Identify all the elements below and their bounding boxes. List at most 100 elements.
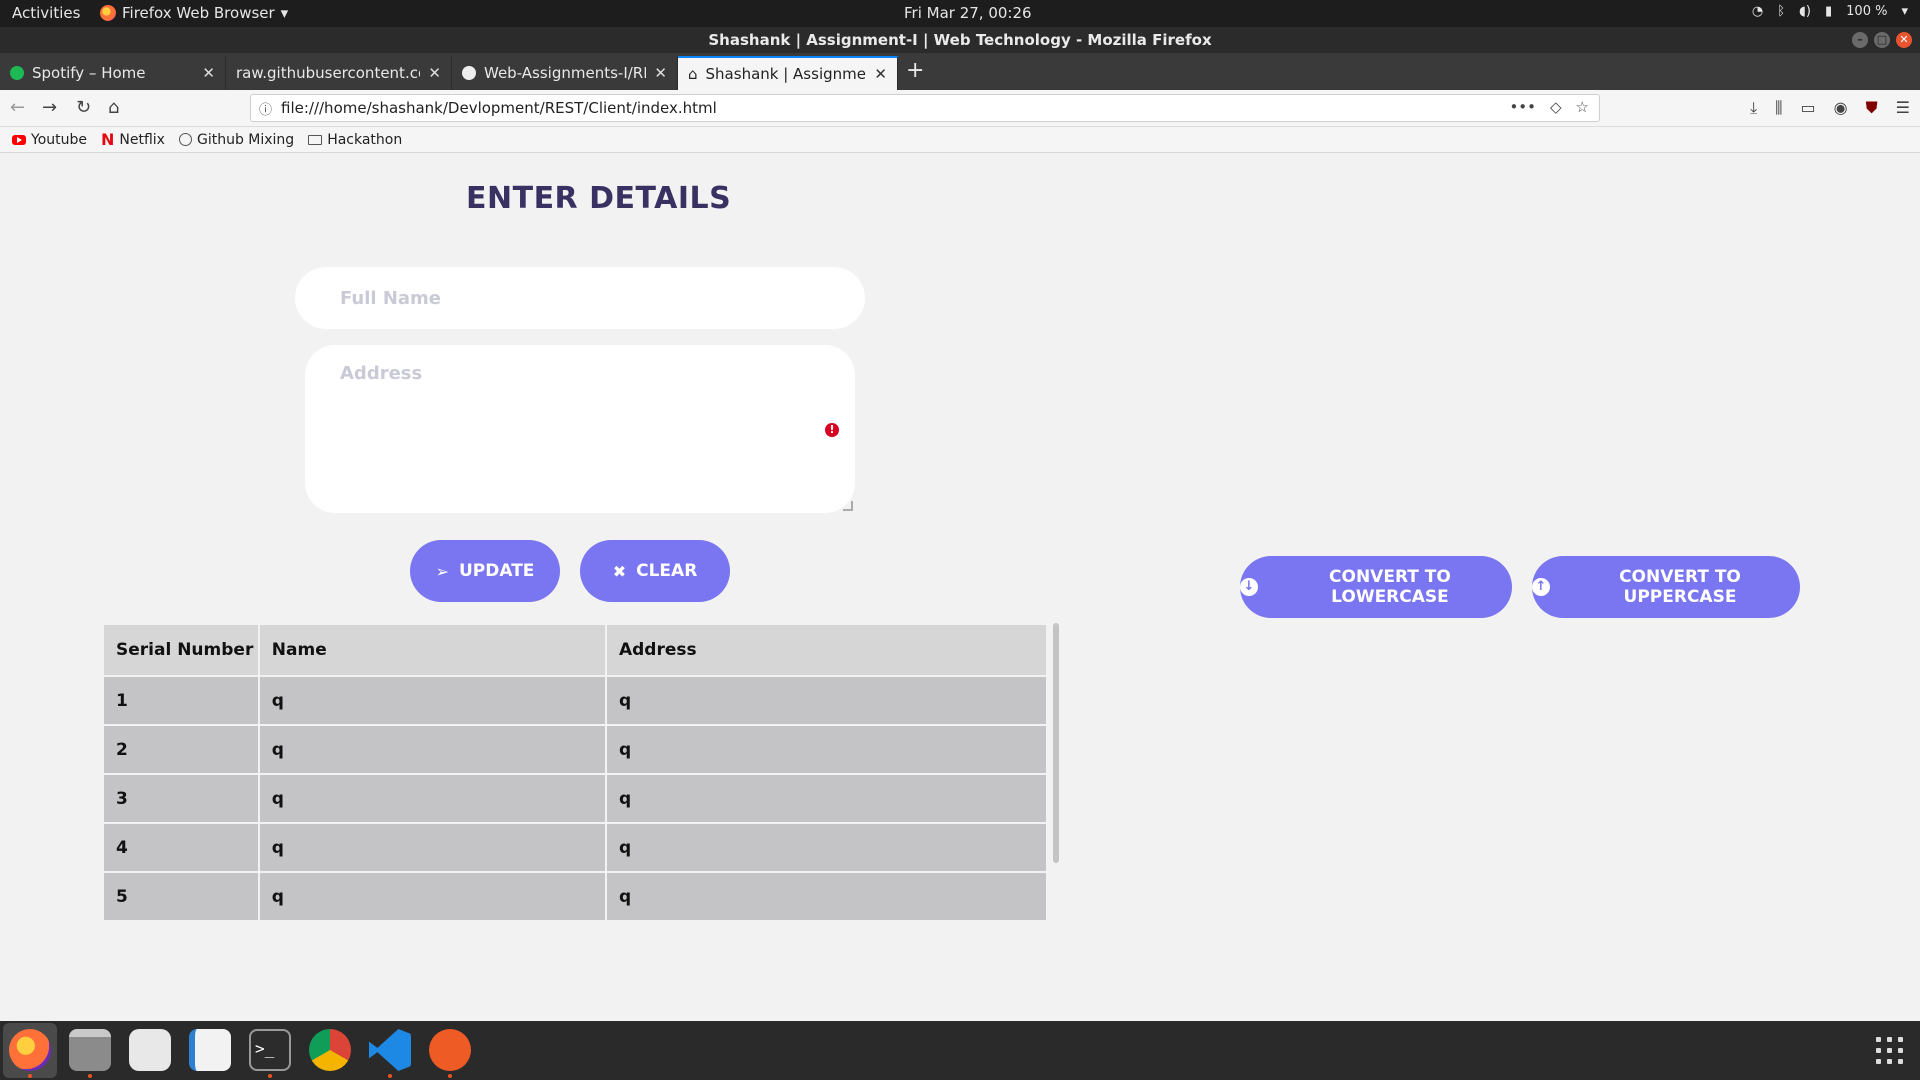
clear-label: CLEAR: [636, 561, 698, 581]
bookmarks-toolbar: Youtube N Netflix Github Mixing Hackatho…: [0, 127, 1920, 153]
serial-cell: 4: [102, 822, 260, 873]
close-icon: ✖: [612, 561, 627, 581]
clock[interactable]: Fri Mar 27, 00:26: [904, 4, 1032, 22]
navigation-bar: ← → ↻ ⌂ ⓘ ••• ◇ ☆ ⤓ ⫼ ▭ ◉ ⛊ ☰: [0, 90, 1920, 127]
bookmark-star-icon[interactable]: ☆: [1576, 98, 1589, 116]
table-row[interactable]: 2 q q: [102, 724, 1048, 775]
close-window-button[interactable]: ✕: [1896, 32, 1912, 48]
show-applications-icon[interactable]: [1876, 1037, 1904, 1065]
tab-label: raw.githubusercontent.com: [236, 64, 420, 82]
maximize-button[interactable]: □: [1874, 32, 1890, 48]
minimize-button[interactable]: –: [1852, 32, 1868, 48]
tab-assignment[interactable]: ⌂ Shashank | Assignment-I ✕: [678, 56, 898, 90]
url-bar[interactable]: ⓘ ••• ◇ ☆: [250, 94, 1600, 122]
tab-label: Spotify – Home: [32, 64, 146, 82]
system-top-bar: Activities Firefox Web Browser ▾ Fri Mar…: [0, 0, 1920, 27]
writer-icon[interactable]: [189, 1029, 231, 1071]
name-cell: q: [257, 773, 607, 824]
sidebar-icon[interactable]: ▭: [1801, 98, 1816, 118]
name-cell: q: [257, 871, 607, 922]
convert-lowercase-button[interactable]: ↓ CONVERT TO LOWERCASE: [1240, 556, 1512, 618]
table-row[interactable]: 5 q q: [102, 871, 1048, 922]
resize-handle[interactable]: [843, 501, 853, 511]
lowercase-label: CONVERT TO LOWERCASE: [1329, 567, 1451, 607]
update-button[interactable]: ➢ UPDATE: [410, 540, 560, 602]
name-cell: q: [257, 675, 607, 726]
close-tab-icon[interactable]: ✕: [654, 64, 667, 82]
bookmark-netflix[interactable]: N Netflix: [101, 130, 165, 149]
table-row[interactable]: 4 q q: [102, 822, 1048, 873]
spotify-icon: [10, 66, 24, 80]
battery-label: 100 %: [1846, 4, 1888, 19]
info-icon[interactable]: ⓘ: [259, 99, 272, 118]
github-icon: [462, 66, 476, 80]
page-content: ENTER DETAILS ! ➢ UPDATE ✖ CLEAR ↓ CONVE…: [0, 153, 1920, 1021]
battery-icon: ▮: [1825, 4, 1833, 19]
back-icon[interactable]: ←: [10, 97, 25, 118]
tab-spotify[interactable]: Spotify – Home ✕: [0, 56, 226, 90]
page-actions-icon[interactable]: •••: [1509, 98, 1536, 116]
app-menu[interactable]: Firefox Web Browser ▾: [100, 4, 288, 22]
convert-uppercase-button[interactable]: ↑ CONVERT TO UPPERCASE: [1532, 556, 1800, 618]
dock: >_: [0, 1021, 1920, 1080]
firefox-icon[interactable]: [9, 1029, 51, 1071]
forward-icon[interactable]: →: [42, 97, 57, 118]
volume-icon: ◖): [1799, 4, 1811, 19]
close-tab-icon[interactable]: ✕: [202, 64, 215, 82]
arrow-down-circle-icon: ↓: [1240, 578, 1258, 596]
netflix-icon: N: [101, 130, 115, 149]
records-table: Serial Number Name Address 1 q q 2 q q 3: [102, 623, 1048, 922]
new-tab-button[interactable]: +: [906, 58, 924, 83]
bookmark-label: Github Mixing: [196, 131, 295, 148]
name-cell: q: [257, 822, 607, 873]
bookmark-label: Hackathon: [327, 131, 403, 148]
youtube-icon: [12, 134, 26, 145]
bookmark-label: Netflix: [119, 131, 165, 148]
table-header-row: Serial Number Name Address: [102, 623, 1048, 677]
activities-button[interactable]: Activities: [12, 4, 80, 22]
serial-cell: 1: [102, 675, 260, 726]
caret-down-icon: ▾: [280, 4, 289, 22]
serial-cell: 3: [102, 773, 260, 824]
window-title-bar: Shashank | Assignment-I | Web Technology…: [0, 27, 1920, 53]
error-icon: !: [825, 423, 839, 437]
pocket-icon[interactable]: ◇: [1550, 98, 1562, 116]
serial-cell: 5: [102, 871, 260, 922]
menu-icon[interactable]: ☰: [1896, 98, 1910, 118]
update-label: UPDATE: [458, 561, 535, 581]
bookmark-hackathon[interactable]: Hackathon: [308, 132, 402, 148]
app-menu-label: Firefox Web Browser: [122, 4, 275, 22]
clear-button[interactable]: ✖ CLEAR: [580, 540, 730, 602]
chrome-icon[interactable]: [309, 1029, 351, 1071]
tab-label: Web-Assignments-I/REA: [484, 64, 647, 82]
home-icon[interactable]: ⌂: [108, 97, 119, 118]
address-cell: q: [604, 724, 1048, 775]
bookmark-youtube[interactable]: Youtube: [12, 132, 87, 148]
close-tab-icon[interactable]: ✕: [428, 64, 441, 82]
close-tab-icon[interactable]: ✕: [874, 65, 887, 83]
full-name-input[interactable]: [295, 267, 865, 329]
account-icon[interactable]: ◉: [1834, 98, 1848, 118]
bookmark-github-mixing[interactable]: Github Mixing: [178, 131, 295, 148]
wifi-icon: ◔: [1751, 4, 1764, 19]
address-field[interactable]: !: [305, 345, 855, 513]
home-icon: ⌂: [688, 65, 698, 83]
tab-raw-github[interactable]: raw.githubusercontent.com ✕: [226, 56, 452, 90]
vscode-icon[interactable]: [369, 1029, 411, 1071]
table-row[interactable]: 1 q q: [102, 675, 1048, 726]
tab-github-repo[interactable]: Web-Assignments-I/REA ✕: [452, 56, 678, 90]
bluetooth-icon: ᛒ: [1777, 4, 1786, 19]
postman-icon[interactable]: [429, 1029, 471, 1071]
downloads-icon[interactable]: ⤓: [1750, 98, 1757, 118]
table-scrollbar[interactable]: [1053, 623, 1059, 863]
rhythmbox-icon[interactable]: [129, 1029, 171, 1071]
ublock-icon[interactable]: ⛊: [1866, 98, 1878, 118]
system-tray[interactable]: ◔ ᛒ ◖) ▮ 100 % ▾: [1752, 4, 1908, 19]
url-input[interactable]: [281, 98, 1481, 118]
reload-icon[interactable]: ↻: [76, 97, 91, 118]
library-icon[interactable]: ⫼: [1775, 98, 1782, 118]
address-input[interactable]: [340, 363, 820, 503]
files-icon[interactable]: [69, 1029, 111, 1071]
terminal-icon[interactable]: >_: [249, 1029, 291, 1071]
table-row[interactable]: 3 q q: [102, 773, 1048, 824]
